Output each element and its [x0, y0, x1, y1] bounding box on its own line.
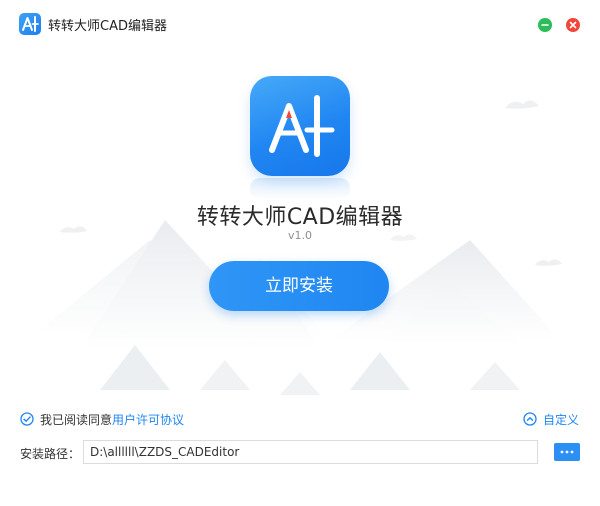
agreement-prefix: 我已阅读同意 [40, 412, 113, 427]
app-name: 转转大师CAD编辑器 [196, 205, 404, 230]
agreement-row: 我已阅读同意 用户许可协议 [20, 411, 184, 427]
chevron-up-icon [523, 412, 537, 426]
browse-button[interactable] [554, 443, 580, 461]
custom-install-toggle[interactable]: 自定义 [523, 411, 579, 427]
app-logo-small-icon [19, 13, 41, 35]
installer-window: 转转大师CAD编辑器 转转大师CAD编辑器 v1.0 立即安装 我已阅读同意 用… [0, 0, 600, 506]
install-button[interactable]: 立即安装 [209, 261, 389, 311]
more-icon [560, 450, 574, 454]
install-path-label: 安装路径： [20, 447, 81, 461]
title-bar: 转转大师CAD编辑器 [0, 0, 600, 50]
install-path-input[interactable] [83, 440, 538, 464]
custom-label: 自定义 [543, 412, 580, 427]
minimize-button[interactable] [538, 18, 552, 32]
checkbox-checked-icon[interactable] [20, 412, 34, 426]
version-label: v1.0 [287, 229, 312, 242]
minimize-icon [541, 24, 549, 26]
license-agreement-link[interactable]: 用户许可协议 [112, 411, 184, 428]
window-title: 转转大师CAD编辑器 [48, 19, 167, 34]
app-logo-icon [250, 76, 350, 176]
close-icon [569, 21, 577, 29]
logo-reflection [250, 178, 350, 200]
close-button[interactable] [566, 18, 580, 32]
